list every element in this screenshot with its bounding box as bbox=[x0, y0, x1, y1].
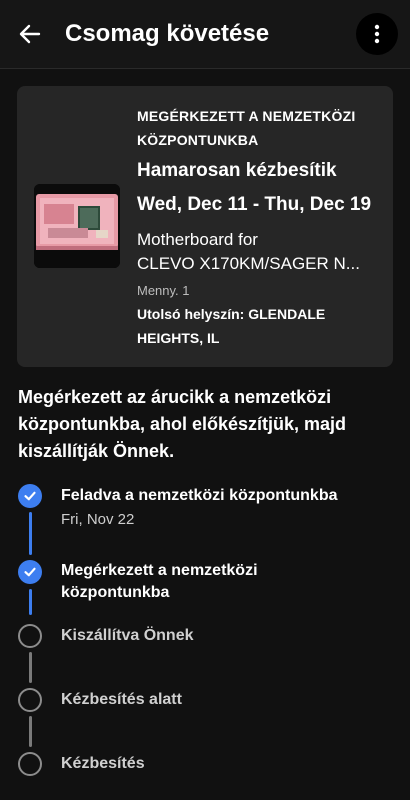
more-options-button[interactable] bbox=[356, 13, 398, 55]
check-circle-icon bbox=[18, 560, 42, 584]
timeline-connector bbox=[29, 652, 32, 683]
timeline-connector bbox=[29, 716, 32, 747]
last-location: Utolsó helyszín: GLENDALE HEIGHTS, IL bbox=[137, 306, 326, 346]
empty-circle-icon bbox=[18, 688, 42, 712]
page-title: Csomag követése bbox=[65, 20, 270, 47]
check-circle-icon bbox=[18, 484, 42, 508]
product-title-line1: Motherboard for bbox=[137, 230, 258, 249]
tracking-screen: Csomag követése MEGÉRKEZETT A NEMZETKÖZI… bbox=[0, 0, 410, 800]
more-vertical-icon bbox=[374, 24, 380, 44]
timeline-step-label: Kézbesítés bbox=[61, 755, 145, 772]
status-description: Megérkezett az árucikk a nemzetközi közp… bbox=[18, 387, 347, 461]
product-thumbnail bbox=[34, 184, 120, 268]
delivery-date-range: Wed, Dec 11 - Thu, Dec 19 bbox=[137, 194, 372, 215]
timeline-step-label: Kiszállítva Önnek bbox=[61, 627, 194, 644]
empty-circle-icon bbox=[18, 624, 42, 648]
delivery-headline: Hamarosan kézbesítik bbox=[137, 160, 337, 181]
timeline-step-date: Fri, Nov 22 bbox=[61, 511, 135, 528]
timeline-step-label: Feladva a nemzetközi központunkba bbox=[61, 487, 338, 504]
app-header: Csomag követése bbox=[0, 0, 410, 69]
arrow-left-icon bbox=[19, 24, 41, 44]
product-title-line2: CLEVO X170KM/SAGER N... bbox=[137, 254, 360, 273]
back-button[interactable] bbox=[14, 18, 46, 50]
quantity-label: Menny. 1 bbox=[137, 283, 190, 298]
product-title: Motherboard for CLEVO X170KM/SAGER N... bbox=[137, 228, 382, 276]
timeline-connector bbox=[29, 512, 32, 555]
timeline-step-label: Kézbesítés alatt bbox=[61, 691, 182, 708]
empty-circle-icon bbox=[18, 752, 42, 776]
package-card[interactable]: MEGÉRKEZETT A NEMZETKÖZI KÖZPONTUNKBA Ha… bbox=[17, 86, 393, 367]
timeline-step-label: Megérkezett a nemzetközi központunkba bbox=[61, 562, 258, 601]
delivery-status: MEGÉRKEZETT A NEMZETKÖZI KÖZPONTUNKBA bbox=[137, 108, 356, 148]
timeline-connector bbox=[29, 589, 32, 615]
